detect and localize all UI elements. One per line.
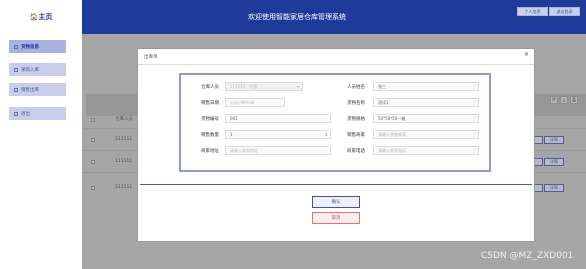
sales-outbound-dialog: 出库单 × 仓库人员 111111 - 仓管 ▾ 人员姓名 张三 销售日期 yy… xyxy=(137,48,535,242)
sidebar-item-purchase[interactable]: 采购入库 xyxy=(9,63,66,76)
sidebar-item-goods-info[interactable]: 货物信息 xyxy=(9,40,66,53)
stepper-arrows-icon[interactable]: ⇕ xyxy=(325,132,328,137)
field-label: 人员姓名 xyxy=(347,85,365,90)
field-label: 货物名称 xyxy=(347,101,365,106)
field-label: 货物编号 xyxy=(201,117,219,122)
close-icon[interactable]: × xyxy=(524,51,529,58)
watermark: CSDN @MZ_ZXD001 xyxy=(481,251,574,261)
goods-name-input[interactable]: 测试1 xyxy=(373,98,479,107)
field-label: 销售日期 xyxy=(201,101,219,106)
sidebar-item-label: 退出 xyxy=(21,111,30,117)
sidebar-item-exit[interactable]: 退出 xyxy=(9,107,66,120)
staff-name-input[interactable]: 张三 xyxy=(373,82,479,91)
sidebar-item-label: 货物信息 xyxy=(21,44,39,50)
top-bar: 🏠主页 欢迎使用智能家居仓库管理系统 个人信息 退出登录 xyxy=(0,0,586,34)
menu-icon xyxy=(14,87,18,92)
sale-merchant-input[interactable]: 请输入销售商家 xyxy=(373,130,479,139)
select-value: 111111 - 仓管 xyxy=(230,83,258,89)
field-label: 商家电话 xyxy=(347,149,365,154)
quantity-value: 1 xyxy=(230,132,233,137)
field-label: 仓库人员 xyxy=(201,85,219,90)
home-link[interactable]: 🏠主页 xyxy=(0,0,82,34)
user-info-button[interactable]: 个人信息 xyxy=(517,7,548,16)
merchant-phone-input[interactable]: 请输入商家电话 xyxy=(373,146,479,155)
dialog-header-divider xyxy=(138,64,534,65)
sidebar-item-sales[interactable]: 销售出库 xyxy=(9,83,66,96)
confirm-button[interactable]: 确认 xyxy=(312,196,360,208)
menu-icon xyxy=(14,111,18,116)
merchant-address-input[interactable]: 请输入商家地址 xyxy=(225,146,331,155)
warehouse-staff-select[interactable]: 111111 - 仓管 ▾ xyxy=(225,82,303,91)
goods-code-input[interactable]: 001 xyxy=(225,114,331,123)
dialog-footer-divider xyxy=(140,184,532,185)
field-label: 商家地址 xyxy=(201,149,219,154)
system-title: 欢迎使用智能家居仓库管理系统 xyxy=(248,13,346,21)
goods-spec-input[interactable]: 50*50*50—箱 xyxy=(373,114,479,123)
sidebar-item-label: 销售出库 xyxy=(21,87,39,93)
field-label: 货物规格 xyxy=(347,117,365,122)
sale-quantity-stepper[interactable]: 1 I ⇕ xyxy=(225,130,331,139)
sidebar-item-label: 采购入库 xyxy=(21,67,39,73)
logout-button[interactable]: 退出登录 xyxy=(549,7,580,16)
cancel-button[interactable]: 取消 xyxy=(312,212,360,224)
dialog-title: 出库单 xyxy=(144,55,158,60)
field-label: 销售商家 xyxy=(347,133,365,138)
menu-icon xyxy=(14,44,18,49)
sidebar: 货物信息 采购入库 销售出库 退出 xyxy=(0,34,82,269)
sale-date-input[interactable]: yyyy-MM-dd xyxy=(225,98,285,107)
chevron-down-icon: ▾ xyxy=(296,84,299,89)
field-label: 销售数量 xyxy=(201,133,219,138)
menu-icon xyxy=(14,67,18,72)
outbound-form: 仓库人员 111111 - 仓管 ▾ 人员姓名 张三 销售日期 yyyy-MM-… xyxy=(179,73,491,172)
